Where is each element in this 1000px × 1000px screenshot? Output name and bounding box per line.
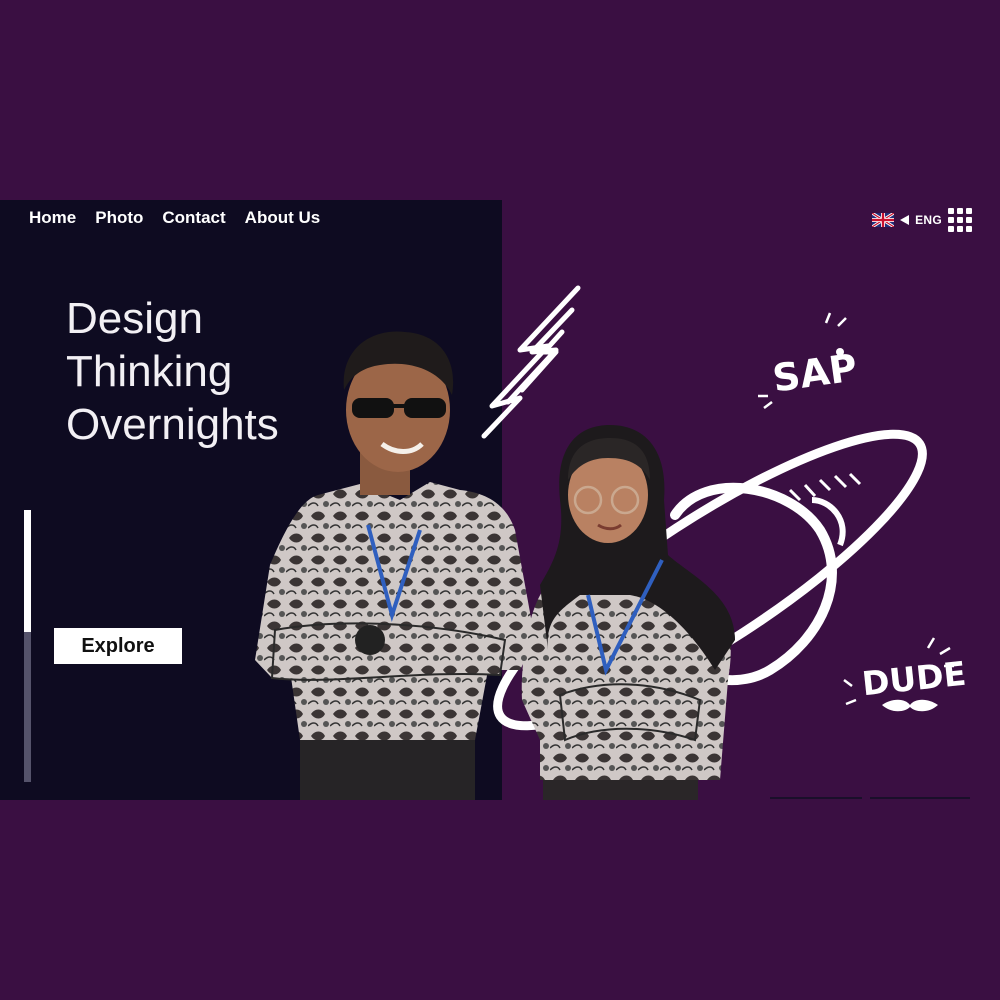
grid-menu-icon[interactable]: [948, 208, 972, 232]
mustache-doodle-icon: [882, 699, 938, 712]
top-nav: Home Photo Contact About Us: [29, 208, 320, 228]
divider-line: [870, 797, 970, 799]
left-panel: Home Photo Contact About Us Design Think…: [0, 200, 502, 800]
nav-about-us-link[interactable]: About Us: [245, 208, 321, 228]
hero-title-line-3: Overnights: [66, 400, 279, 449]
scroll-progress-fill: [24, 510, 31, 633]
nav-photo-link[interactable]: Photo: [95, 208, 143, 228]
sparkle-doodle: [758, 312, 847, 409]
language-code[interactable]: ENG: [915, 213, 942, 227]
landing-page: Home Photo Contact About Us Design Think…: [0, 200, 1000, 800]
sap-doodle-text: SAP: [770, 345, 860, 400]
explore-button[interactable]: Explore: [54, 628, 182, 664]
arrow-left-icon: [900, 215, 910, 225]
nav-home-link[interactable]: Home: [29, 208, 76, 228]
person-woman: [521, 425, 735, 800]
nav-contact-link[interactable]: Contact: [162, 208, 225, 228]
sparkle-doodle: [843, 637, 954, 706]
saturn-doodle-icon: [493, 429, 927, 731]
hero-title: Design Thinking Overnights: [66, 292, 366, 451]
dot-doodle: [836, 348, 844, 356]
language-switcher[interactable]: ENG: [872, 208, 972, 232]
uk-flag-icon[interactable]: [872, 213, 895, 227]
dude-doodle-text: DUDE: [860, 654, 968, 704]
scroll-progress-track[interactable]: [24, 510, 31, 782]
divider-line: [770, 797, 862, 799]
hero-title-line-1: Design: [66, 294, 203, 343]
hero-title-line-2: Thinking: [66, 347, 233, 396]
